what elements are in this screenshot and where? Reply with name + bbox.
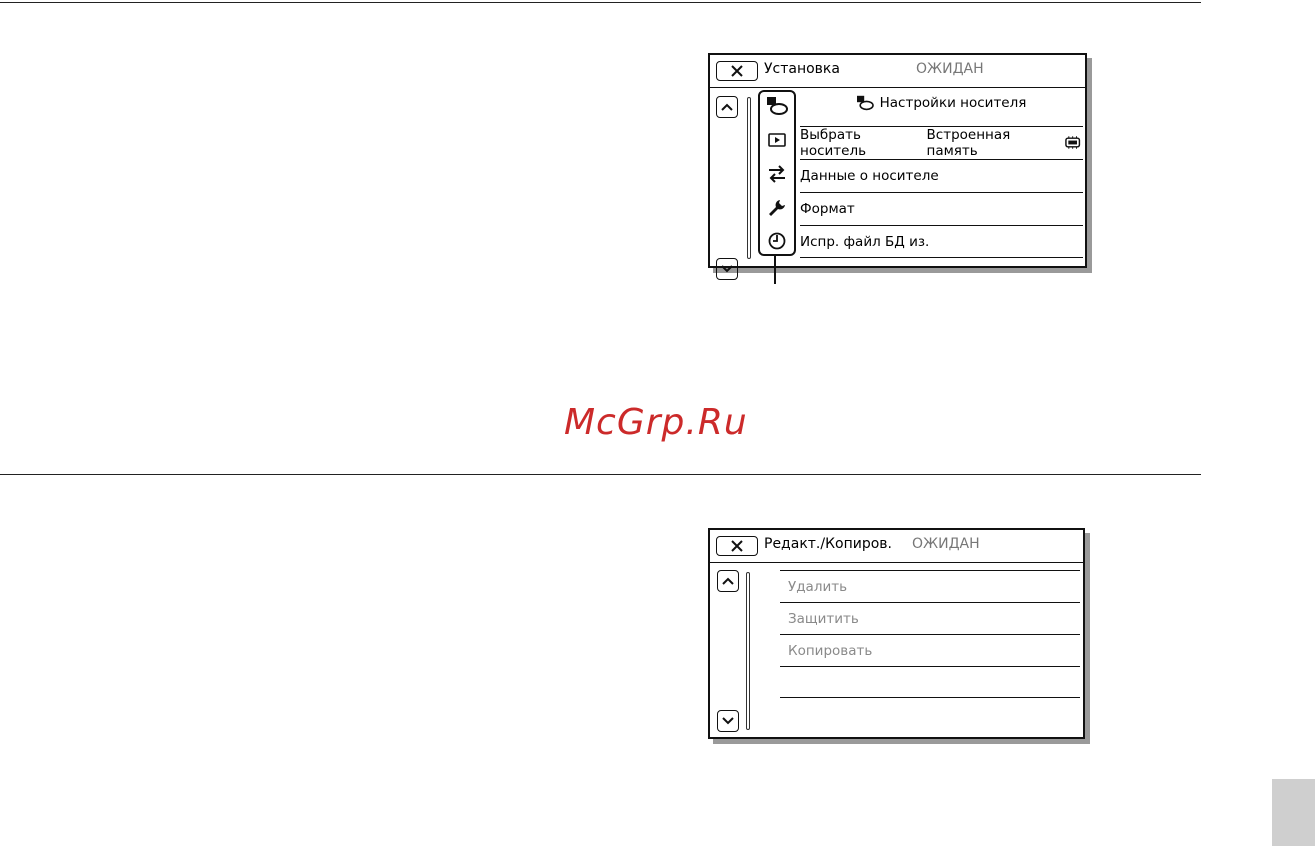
menu-item-empty[interactable] — [780, 666, 1080, 698]
setup-titlebar: Установка ОЖИДАН — [710, 55, 1085, 88]
menu-item-copy[interactable]: Копировать — [780, 634, 1080, 666]
menu-item-label: Испр. файл БД из. — [800, 233, 930, 250]
middle-rule — [0, 474, 1201, 475]
menu-item-delete[interactable]: Удалить — [780, 570, 1080, 602]
scrollbar[interactable] — [746, 572, 750, 730]
edit-copy-screen: Редакт./Копиров. ОЖИДАН Удалить Защитить… — [708, 528, 1085, 739]
clock-settings-icon[interactable] — [760, 230, 794, 252]
menu-item-label: Выбрать носитель — [800, 126, 867, 159]
scroll-down-button[interactable] — [716, 258, 738, 280]
media-settings-icon — [856, 95, 874, 111]
menu-item-value: Встроенная память — [927, 127, 1083, 159]
setup-screen: Установка ОЖИДАН Настройки носителя Выбр… — [708, 53, 1087, 280]
close-button[interactable] — [716, 61, 758, 81]
menu-item-protect[interactable]: Защитить — [780, 602, 1080, 634]
menu-item-label: Формат — [800, 200, 855, 217]
scroll-up-button[interactable] — [717, 570, 739, 592]
menu-item-label: Защитить — [788, 610, 859, 627]
chevron-down-icon — [721, 265, 733, 273]
menu-item-repair-db[interactable]: Испр. файл БД из. — [800, 225, 1083, 258]
media-settings-icon[interactable] — [760, 95, 794, 117]
menu-item-label: Данные о носителе — [800, 167, 939, 184]
status-label: ОЖИДАН — [912, 536, 980, 552]
watermark: McGrp.Ru — [564, 402, 748, 443]
edit-titlebar: Редакт./Копиров. ОЖИДАН — [710, 530, 1083, 563]
top-rule — [0, 2, 1201, 3]
chevron-up-icon — [721, 103, 733, 111]
scroll-down-button[interactable] — [717, 710, 739, 732]
menu-header: Настройки носителя — [805, 95, 1077, 111]
close-icon — [731, 65, 743, 77]
scrollbar[interactable] — [747, 97, 751, 259]
callout-pointer — [774, 256, 776, 284]
menu-header-label: Настройки носителя — [879, 95, 1027, 111]
category-icon-bar — [758, 90, 796, 256]
chevron-down-icon — [722, 717, 734, 725]
chevron-up-icon — [722, 577, 734, 585]
menu-item-media-info[interactable]: Данные о носителе — [800, 159, 1083, 191]
menu-item-format[interactable]: Формат — [800, 192, 1083, 224]
close-button[interactable] — [716, 536, 758, 556]
general-settings-icon[interactable] — [760, 197, 794, 219]
screen-title: Редакт./Копиров. — [764, 536, 893, 552]
close-icon — [731, 540, 743, 552]
connection-icon[interactable] — [760, 163, 794, 185]
scroll-up-button[interactable] — [716, 96, 738, 118]
playback-icon[interactable] — [760, 129, 794, 151]
menu-item-label: Копировать — [788, 642, 873, 659]
page-edge-tab — [1272, 779, 1315, 846]
screen-title: Установка — [764, 61, 840, 77]
menu-item-select-media[interactable]: Выбрать носитель Встроенная память — [800, 126, 1083, 159]
status-label: ОЖИДАН — [916, 61, 984, 77]
internal-memory-icon — [1064, 136, 1080, 149]
menu-item-label: Удалить — [788, 578, 848, 595]
